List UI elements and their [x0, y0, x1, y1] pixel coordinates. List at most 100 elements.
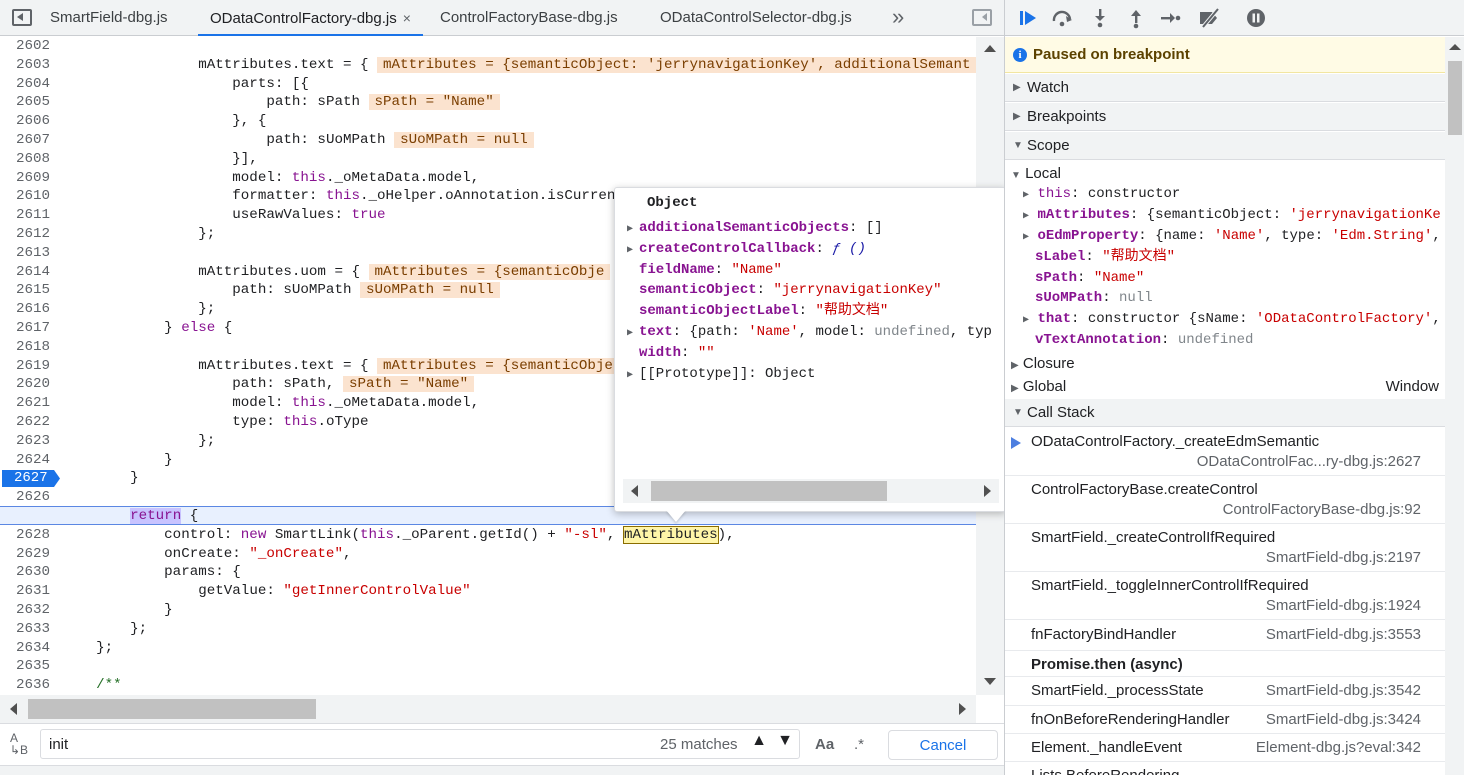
code-line[interactable]: 2632 } — [0, 601, 976, 620]
call-frame[interactable]: ControlFactoryBase.createControl ControlF… — [1005, 476, 1445, 524]
previous-match-icon[interactable]: ▲ — [748, 732, 770, 756]
line-number[interactable]: 2617 — [0, 319, 50, 338]
line-number[interactable]: 2621 — [0, 394, 50, 413]
call-frame[interactable]: ODataControlFactory._createEdmSemantic OD… — [1005, 428, 1445, 476]
match-case-button[interactable]: Aa — [815, 736, 834, 753]
sidebar-vertical-scrollbar[interactable] — [1445, 37, 1464, 775]
replace-toggle-icon[interactable]: A ↳B — [10, 732, 28, 756]
breakpoint-marker[interactable]: 2627 — [2, 470, 60, 487]
line-number[interactable]: 2608 — [0, 150, 50, 169]
code-line[interactable]: 2636 /** — [0, 676, 976, 695]
pause-on-exceptions-icon[interactable] — [1245, 7, 1267, 29]
scope-section-header[interactable]: ▼ Scope — [1005, 132, 1445, 160]
line-number[interactable]: 2603 — [0, 56, 50, 75]
line-number[interactable]: 2629 — [0, 545, 50, 564]
call-frame-location[interactable]: SmartField-dbg.js:1924 — [1266, 597, 1421, 614]
code-line[interactable]: 2604 parts: [{ — [0, 75, 976, 94]
call-frame-location[interactable]: SmartField-dbg.js:3553 — [1266, 626, 1421, 643]
tab-smartfield[interactable]: SmartField-dbg.js — [50, 0, 168, 36]
call-frame[interactable]: Lists BeforeRendering — [1005, 762, 1445, 775]
line-number[interactable]: 2632 — [0, 601, 50, 620]
popover-horizontal-scrollbar[interactable] — [623, 479, 999, 503]
scope-var-mattributes[interactable]: ▶ mAttributes: {semanticObject: 'jerryna… — [1023, 205, 1441, 226]
line-number[interactable]: 2613 — [0, 244, 50, 263]
code-line[interactable]: 2630 params: { — [0, 563, 976, 582]
next-match-icon[interactable]: ▼ — [774, 732, 796, 756]
line-number[interactable]: 2634 — [0, 639, 50, 658]
scroll-up-icon[interactable] — [1449, 44, 1461, 50]
close-tab-icon[interactable]: × — [403, 10, 411, 26]
line-number[interactable]: 2606 — [0, 112, 50, 131]
popover-row[interactable]: ▶ createControlCallback: ƒ () — [627, 239, 866, 259]
scroll-right-icon[interactable] — [984, 485, 991, 497]
popover-row[interactable]: ▶ [[Prototype]]: Object — [627, 364, 815, 384]
line-number[interactable]: 2624 — [0, 451, 50, 470]
scrollbar-thumb[interactable] — [651, 481, 887, 501]
code-line[interactable]: 2633 }; — [0, 620, 976, 639]
code-line[interactable]: 2629 onCreate: "_onCreate", — [0, 545, 976, 564]
code-line[interactable]: 2603 mAttributes.text = { mAttributes = … — [0, 56, 976, 75]
line-number[interactable]: 2620 — [0, 375, 50, 394]
scope-var-oedmproperty[interactable]: ▶ oEdmProperty: {name: 'Name', type: 'Ed… — [1023, 226, 1441, 247]
toggle-navigator-icon[interactable] — [12, 9, 32, 26]
scroll-down-icon[interactable] — [984, 678, 996, 685]
line-number[interactable]: 2614 — [0, 263, 50, 282]
call-stack-section-header[interactable]: ▼ Call Stack — [1005, 399, 1445, 427]
step-out-icon[interactable] — [1125, 7, 1147, 29]
code-line[interactable]: 2609 model: this._oMetaData.model, — [0, 169, 976, 188]
line-number[interactable]: 2626 — [0, 488, 50, 507]
line-number[interactable]: 2607 — [0, 131, 50, 150]
line-number[interactable]: 2609 — [0, 169, 50, 188]
hover-target-token[interactable]: mAttributes — [622, 525, 719, 544]
breakpoints-section-header[interactable]: ▶ Breakpoints — [1005, 103, 1445, 131]
line-number[interactable]: 2602 — [0, 37, 50, 56]
line-number[interactable]: 2618 — [0, 338, 50, 357]
code-line[interactable]: 2607 path: sUoMPath sUoMPath = null — [0, 131, 976, 150]
resume-icon[interactable] — [1017, 7, 1039, 29]
code-line[interactable]: 2608 }], — [0, 150, 976, 169]
call-frame[interactable]: fnFactoryBindHandler SmartField-dbg.js:35… — [1005, 621, 1445, 651]
regex-button[interactable]: .* — [854, 736, 864, 753]
code-line[interactable]: 2602 — [0, 37, 976, 56]
line-number[interactable]: 2612 — [0, 225, 50, 244]
call-frame-location[interactable]: SmartField-dbg.js:3542 — [1266, 682, 1421, 699]
line-number[interactable]: 2636 — [0, 676, 50, 695]
code-line[interactable]: 2605 path: sPath sPath = "Name" — [0, 93, 976, 112]
code-line[interactable]: 2606 }, { — [0, 112, 976, 131]
line-number[interactable]: 2604 — [0, 75, 50, 94]
call-frame-location[interactable]: SmartField-dbg.js:2197 — [1266, 549, 1421, 566]
scope-local[interactable]: ▼ Local — [1011, 163, 1061, 184]
cancel-button[interactable]: Cancel — [888, 730, 998, 760]
line-number[interactable]: 2633 — [0, 620, 50, 639]
scroll-left-icon[interactable] — [631, 485, 638, 497]
popover-row[interactable]: ▶ additionalSemanticObjects: [] — [627, 218, 883, 238]
toggle-debugger-icon[interactable] — [972, 9, 992, 26]
line-number[interactable]: 2630 — [0, 563, 50, 582]
line-number[interactable]: 2635 — [0, 657, 50, 676]
line-number[interactable]: 2631 — [0, 582, 50, 601]
call-frame-location[interactable]: ControlFactoryBase-dbg.js:92 — [1223, 501, 1421, 518]
line-number[interactable]: 2610 — [0, 187, 50, 206]
tab-controlfactorybase[interactable]: ControlFactoryBase-dbg.js — [440, 0, 618, 36]
deactivate-breakpoints-icon[interactable] — [1197, 7, 1223, 29]
scope-var-this[interactable]: ▶ this: constructor — [1023, 184, 1180, 205]
step-into-icon[interactable] — [1089, 7, 1111, 29]
code-line[interactable]: 2635 — [0, 657, 976, 676]
tab-odatacontrolselector[interactable]: ODataControlSelector-dbg.js — [660, 0, 852, 36]
line-number[interactable]: 2622 — [0, 413, 50, 432]
line-number[interactable]: 2623 — [0, 432, 50, 451]
call-frame[interactable]: SmartField._createControlIfRequired Smart… — [1005, 524, 1445, 572]
line-number[interactable]: 2616 — [0, 300, 50, 319]
scrollbar-thumb[interactable] — [28, 699, 316, 719]
popover-row[interactable]: ▶ text: {path: 'Name', model: undefined, … — [627, 322, 992, 342]
scrollbar-thumb[interactable] — [1448, 61, 1462, 135]
call-frame-location[interactable]: SmartField-dbg.js:3424 — [1266, 711, 1421, 728]
editor-horizontal-scrollbar[interactable] — [0, 695, 976, 723]
scroll-left-icon[interactable] — [10, 703, 17, 715]
call-frame[interactable]: Element._handleEvent Element-dbg.js?eval:… — [1005, 734, 1445, 762]
watch-section-header[interactable]: ▶ Watch — [1005, 74, 1445, 102]
line-number[interactable]: 2605 — [0, 93, 50, 112]
step-over-icon[interactable] — [1051, 7, 1075, 29]
line-number[interactable]: 2619 — [0, 357, 50, 376]
code-line[interactable]: 2634 }; — [0, 639, 976, 658]
